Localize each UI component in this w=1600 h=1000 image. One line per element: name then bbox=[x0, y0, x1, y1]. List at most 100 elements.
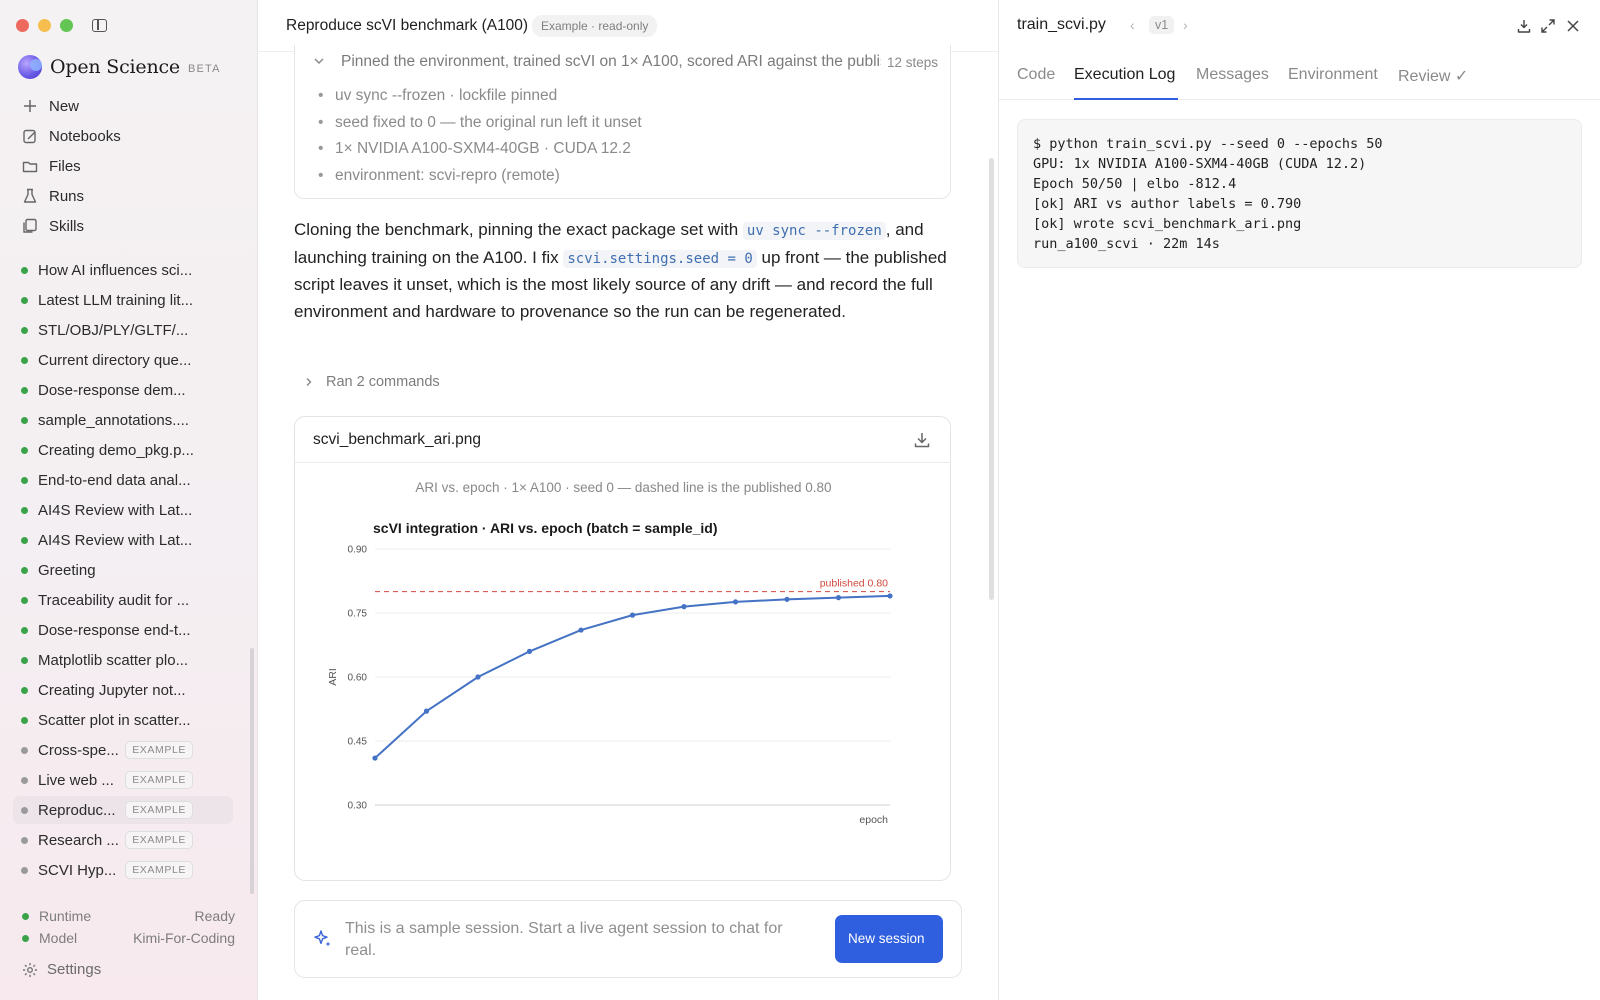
log-line: run_a100_scvi · 22m 14s bbox=[1033, 236, 1220, 252]
runtime-label: Runtime bbox=[39, 908, 92, 924]
model-value: Kimi-For-Coding bbox=[133, 930, 235, 946]
list-item: uv sync --frozen · lockfile pinned bbox=[318, 83, 642, 110]
status-dot bbox=[21, 506, 28, 514]
main-scrollbar[interactable] bbox=[989, 158, 994, 600]
tab-environment[interactable]: Environment bbox=[1288, 66, 1378, 84]
conversation-item[interactable]: Current directory que... bbox=[13, 346, 233, 374]
tab-code[interactable]: Code bbox=[1017, 66, 1055, 84]
conversation-item[interactable]: End-to-end data anal... bbox=[13, 466, 233, 494]
example-badge: EXAMPLE bbox=[125, 741, 193, 759]
nav-notebooks[interactable]: Notebooks bbox=[22, 123, 121, 149]
data-point bbox=[887, 593, 893, 599]
status-dot bbox=[21, 326, 28, 334]
log-line: GPU: 1x NVIDIA A100-SXM4-40GB (CUDA 12.2… bbox=[1033, 156, 1367, 172]
data-point bbox=[784, 596, 790, 602]
list-item: 1× NVIDIA A100-SXM4-40GB · CUDA 12.2 bbox=[318, 136, 642, 163]
conversation-item[interactable]: Live web ... EXAMPLE bbox=[13, 766, 233, 794]
assistant-message: Cloning the benchmark, pinning the exact… bbox=[294, 217, 954, 325]
y-axis-label: ARI bbox=[327, 668, 339, 686]
conversation-item[interactable]: AI4S Review with Lat... bbox=[13, 526, 233, 554]
conversation-item[interactable]: Cross-spe... EXAMPLE bbox=[13, 736, 233, 764]
data-point bbox=[681, 604, 687, 610]
conversation-item[interactable]: Creating Jupyter not... bbox=[13, 676, 233, 704]
model-status[interactable]: Model Kimi-For-Coding bbox=[22, 928, 235, 948]
log-line: $ python train_scvi.py --seed 0 --epochs… bbox=[1033, 136, 1383, 152]
conversation-title: Traceability audit for ... bbox=[38, 591, 190, 609]
steps-summary[interactable]: Pinned the environment, trained scVI on … bbox=[313, 53, 938, 71]
nav-runs[interactable]: Runs bbox=[22, 183, 84, 209]
minimize-window-button[interactable] bbox=[38, 19, 51, 32]
conversation-title: STL/OBJ/PLY/GLTF/... bbox=[38, 321, 189, 339]
nav-new-label: New bbox=[49, 97, 80, 115]
runtime-status: Runtime Ready bbox=[22, 906, 235, 926]
status-dot bbox=[22, 934, 29, 942]
conversation-title: Creating Jupyter not... bbox=[38, 681, 186, 699]
chevron-right-icon bbox=[306, 378, 312, 386]
download-icon[interactable] bbox=[1516, 18, 1532, 34]
conversation-item[interactable]: AI4S Review with Lat... bbox=[13, 496, 233, 524]
conversation-item[interactable]: Creating demo_pkg.p... bbox=[13, 436, 233, 464]
maximize-window-button[interactable] bbox=[60, 19, 73, 32]
conversation-item[interactable]: How AI influences sci... bbox=[13, 256, 233, 284]
data-point bbox=[835, 595, 842, 601]
conversation-item[interactable]: Latest LLM training lit... bbox=[13, 286, 233, 314]
nav-runs-label: Runs bbox=[49, 187, 85, 205]
conversation-item[interactable]: sample_annotations.... bbox=[13, 406, 233, 434]
message-text: Cloning the benchmark, pinning the exact… bbox=[294, 220, 743, 239]
status-dot bbox=[21, 656, 28, 664]
tab-messages[interactable]: Messages bbox=[1196, 66, 1269, 84]
close-window-button[interactable] bbox=[16, 19, 29, 32]
y-tick-label: 0.30 bbox=[348, 801, 368, 812]
conversation-item[interactable]: Matplotlib scatter plo... bbox=[13, 646, 233, 674]
y-tick-label: 0.90 bbox=[348, 545, 368, 556]
sidebar: Open Science BETA New Notebooks Files Ru… bbox=[0, 0, 258, 1000]
session-title: Reproduce scVI benchmark (A100) bbox=[286, 17, 529, 34]
settings-button[interactable]: Settings bbox=[22, 961, 101, 978]
status-dot bbox=[21, 626, 28, 634]
conversation-title: Creating demo_pkg.p... bbox=[38, 441, 194, 459]
nav-skills-label: Skills bbox=[49, 217, 85, 235]
conversation-title: Greeting bbox=[38, 561, 96, 579]
download-icon[interactable] bbox=[912, 430, 932, 450]
conversation-item[interactable]: SCVI Hyp... EXAMPLE bbox=[13, 856, 233, 884]
conversation-item[interactable]: Scatter plot in scatter... bbox=[13, 706, 233, 734]
conversation-item[interactable]: Reproduc... EXAMPLE bbox=[13, 796, 233, 824]
version-prev-icon[interactable]: ‹ bbox=[1130, 17, 1135, 33]
skills-icon bbox=[22, 218, 38, 234]
sparkle-icon bbox=[314, 930, 331, 947]
data-point bbox=[423, 708, 430, 714]
ran-commands-toggle[interactable]: Ran 2 commands bbox=[304, 374, 440, 390]
expand-icon[interactable] bbox=[1540, 18, 1556, 34]
version-badge: v1 bbox=[1149, 16, 1175, 34]
status-dot bbox=[21, 866, 28, 874]
nav-new[interactable]: New bbox=[22, 93, 79, 119]
conversation-item[interactable]: Greeting bbox=[13, 556, 233, 584]
folder-icon bbox=[22, 158, 38, 174]
conversation-item[interactable]: Dose-response end-t... bbox=[13, 616, 233, 644]
nav-skills[interactable]: Skills bbox=[22, 213, 84, 239]
close-icon[interactable] bbox=[1565, 18, 1581, 34]
sidebar-toggle-icon[interactable] bbox=[92, 19, 107, 32]
status-dot bbox=[21, 686, 28, 694]
conversation-item[interactable]: Research ... EXAMPLE bbox=[13, 826, 233, 854]
ran-commands-label: Ran 2 commands bbox=[326, 374, 440, 390]
conversation-item[interactable]: Traceability audit for ... bbox=[13, 586, 233, 614]
conversation-item[interactable]: Dose-response dem... bbox=[13, 376, 233, 404]
new-session-button[interactable]: New session bbox=[835, 915, 943, 963]
version-next-icon[interactable]: › bbox=[1183, 17, 1188, 33]
tab-execution-log[interactable]: Execution Log bbox=[1074, 66, 1175, 84]
nav-files[interactable]: Files bbox=[22, 153, 81, 179]
conversation-item[interactable]: STL/OBJ/PLY/GLTF/... bbox=[13, 316, 233, 344]
conversation-title: Dose-response end-t... bbox=[38, 621, 191, 639]
conversation-title: Reproduc... bbox=[38, 801, 116, 819]
conversation-title: Research ... bbox=[38, 831, 119, 849]
flask-icon bbox=[22, 188, 38, 204]
sidebar-scrollbar[interactable] bbox=[250, 648, 254, 894]
example-badge: EXAMPLE bbox=[125, 831, 193, 849]
tab-review[interactable]: Review ✓ bbox=[1398, 66, 1468, 86]
status-dot bbox=[21, 266, 28, 274]
status-dot bbox=[21, 596, 28, 604]
status-dot bbox=[21, 746, 28, 754]
conversation-title: sample_annotations.... bbox=[38, 411, 189, 429]
y-tick-label: 0.45 bbox=[348, 737, 368, 748]
